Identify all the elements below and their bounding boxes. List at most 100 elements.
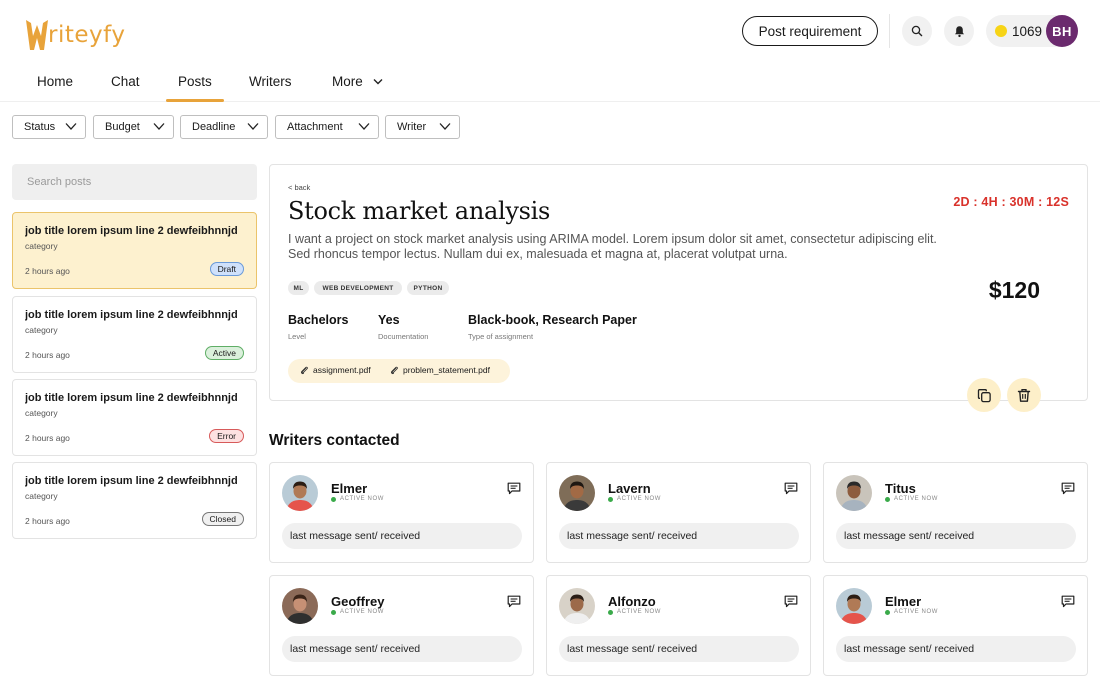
paperclip-icon: [300, 366, 308, 374]
post-card[interactable]: job title lorem ipsum line 2 dewfeibhnnj…: [12, 462, 257, 539]
nav-item-more[interactable]: More: [332, 74, 383, 89]
post-card[interactable]: job title lorem ipsum line 2 dewfeibhnnj…: [12, 212, 257, 289]
attachment-link[interactable]: problem_statement.pdf: [390, 365, 490, 375]
post-requirement-button[interactable]: Post requirement: [742, 16, 878, 46]
coin-count: 1069: [1012, 23, 1043, 39]
writer-status-label: ACTIVE NOW: [894, 609, 939, 615]
filter-status[interactable]: Status: [12, 115, 86, 139]
bell-icon: [954, 25, 964, 37]
nav-item-posts[interactable]: Posts: [166, 74, 224, 102]
writer-avatar: [836, 588, 872, 624]
post-time: 2 hours ago: [25, 433, 70, 443]
chat-bubble-icon: [784, 595, 798, 608]
post-category: category: [25, 325, 58, 335]
nav-label: Home: [37, 74, 74, 89]
logo-w-icon: [26, 20, 48, 50]
attachment-link[interactable]: assignment.pdf: [300, 365, 371, 375]
chat-button[interactable]: [507, 482, 521, 500]
last-message: last message sent/ received: [836, 636, 1076, 662]
nav-label: Chat: [111, 74, 140, 89]
chat-button[interactable]: [784, 595, 798, 613]
chat-button[interactable]: [784, 482, 798, 500]
nav-item-chat[interactable]: Chat: [111, 74, 140, 89]
chevron-down-icon: [153, 123, 165, 130]
nav-label: More: [332, 74, 363, 89]
filter-budget[interactable]: Budget: [93, 115, 174, 139]
search-posts-input[interactable]: [12, 164, 257, 200]
writer-name: Titus: [885, 481, 916, 496]
status-badge: Draft: [209, 262, 244, 276]
writer-avatar: [282, 588, 318, 624]
online-dot-icon: [608, 496, 613, 502]
writer-status: ACTIVE NOW: [885, 496, 938, 502]
writer-photo: [282, 588, 318, 624]
meta-level-value: Bachelors: [288, 313, 349, 327]
logo-text: riteyfy: [48, 22, 126, 48]
search-button[interactable]: [902, 16, 932, 46]
chat-button[interactable]: [1061, 482, 1075, 500]
back-link[interactable]: < back: [288, 183, 310, 192]
meta-type-label: Type of assignment: [468, 332, 534, 341]
writer-card[interactable]: Titus ACTIVE NOW last message sent/ receiv…: [823, 462, 1088, 563]
user-avatar[interactable]: BH: [1046, 15, 1078, 47]
last-message: last message sent/ received: [282, 636, 522, 662]
last-message: last message sent/ received: [282, 523, 522, 549]
filter-writer[interactable]: Writer: [385, 115, 460, 139]
post-title: job title lorem ipsum line 2 dewfeibhnnj…: [25, 392, 238, 404]
writer-card[interactable]: Alfonzo ACTIVE NOW last message sent/ rece…: [546, 575, 811, 676]
online-dot-icon: [331, 609, 336, 615]
post-description: I want a project on stock market analysi…: [288, 232, 937, 261]
copy-button[interactable]: [967, 378, 1001, 412]
post-card[interactable]: job title lorem ipsum line 2 dewfeibhnnj…: [12, 379, 257, 456]
chat-button[interactable]: [507, 595, 521, 613]
filter-deadline[interactable]: Deadline: [180, 115, 268, 139]
writer-photo: [559, 588, 595, 624]
trash-icon: [1017, 388, 1031, 402]
tag-chip: ML: [288, 281, 309, 295]
post-title: job title lorem ipsum line 2 dewfeibhnnj…: [25, 225, 238, 237]
writer-photo: [836, 475, 872, 511]
writer-status-label: ACTIVE NOW: [617, 609, 662, 615]
writeyfy-logo[interactable]: riteyfy: [24, 10, 125, 54]
filter-label: Attachment: [287, 121, 343, 133]
writer-card[interactable]: Elmer ACTIVE NOW last message sent/ receiv…: [823, 575, 1088, 676]
status-badge: Error: [209, 429, 244, 443]
post-category: category: [25, 241, 58, 251]
nav-label: Writers: [249, 74, 292, 89]
tag-chip: PYTHON: [407, 281, 449, 295]
chevron-down-icon: [358, 123, 370, 130]
writer-card[interactable]: Geoffrey ACTIVE NOW last message sent/ rec…: [269, 575, 534, 676]
chat-bubble-icon: [507, 595, 521, 608]
writer-photo: [836, 588, 872, 624]
search-icon: [911, 25, 923, 37]
notifications-button[interactable]: [944, 16, 974, 46]
header-divider: [889, 14, 890, 48]
post-detail-title: Stock market analysis: [288, 197, 551, 225]
nav-item-home[interactable]: Home: [37, 74, 73, 89]
coin-icon: [995, 25, 1007, 37]
writer-card[interactable]: Elmer ACTIVE NOW last message sent/ receiv…: [269, 462, 534, 563]
filter-label: Writer: [397, 121, 427, 133]
chevron-down-icon: [439, 123, 451, 130]
writer-status-label: ACTIVE NOW: [340, 496, 385, 502]
writer-name: Lavern: [608, 481, 651, 496]
writer-avatar: [836, 475, 872, 511]
chat-bubble-icon: [1061, 482, 1075, 495]
writer-status: ACTIVE NOW: [331, 609, 384, 615]
nav-item-writers[interactable]: Writers: [249, 74, 292, 89]
writer-name: Geoffrey: [331, 594, 385, 609]
filter-attachment[interactable]: Attachment: [275, 115, 379, 139]
post-card[interactable]: job title lorem ipsum line 2 dewfeibhnnj…: [12, 296, 257, 373]
meta-documentation-value: Yes: [378, 313, 400, 327]
delete-button[interactable]: [1007, 378, 1041, 412]
online-dot-icon: [885, 496, 890, 502]
writer-card[interactable]: Lavern ACTIVE NOW last message sent/ recei…: [546, 462, 811, 563]
post-title: job title lorem ipsum line 2 dewfeibhnnj…: [25, 475, 238, 487]
post-time: 2 hours ago: [25, 350, 70, 360]
attachment-name: assignment.pdf: [313, 365, 371, 375]
coins-balance[interactable]: 1069 BH: [986, 15, 1078, 47]
post-category: category: [25, 491, 58, 501]
status-badge: Active: [204, 346, 244, 360]
chat-button[interactable]: [1061, 595, 1075, 613]
post-category: category: [25, 408, 58, 418]
